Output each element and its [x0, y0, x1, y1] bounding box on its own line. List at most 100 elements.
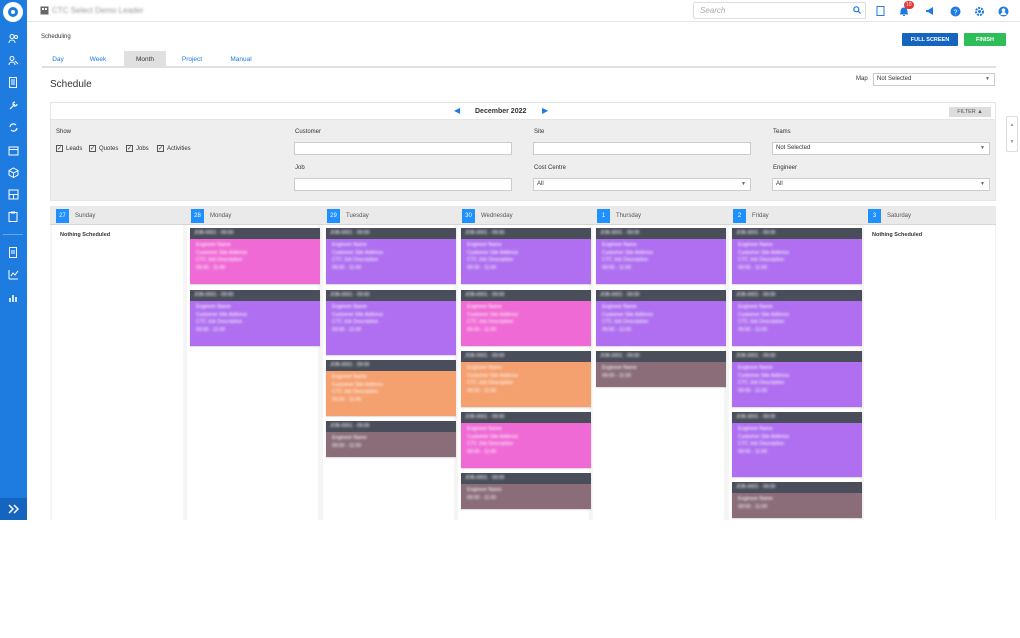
day-header: 3 Saturday: [868, 209, 911, 223]
notifications-icon[interactable]: 10: [897, 1, 914, 18]
card-line: Engineer Name: [738, 426, 773, 432]
users-icon[interactable]: [5, 53, 21, 67]
checkbox-checked-icon: ✓: [157, 145, 164, 152]
contacts-icon[interactable]: [5, 31, 21, 45]
show-jobs-checkbox[interactable]: ✓ Jobs: [126, 145, 149, 152]
tab-week[interactable]: Week: [80, 51, 116, 68]
search-input[interactable]: Search: [693, 2, 866, 19]
schedule-card[interactable]: JOB-0001 · 09:00 Engineer Name 09:00 - 11:…: [596, 351, 726, 387]
card-title: JOB-0001 · 09:00: [465, 230, 505, 236]
engineer-select[interactable]: All ▼: [772, 178, 990, 191]
schedule-card[interactable]: JOB-0001 · 09:00 Engineer Name Customer Si…: [732, 290, 862, 346]
month-label: December 2022: [475, 108, 527, 115]
job-field[interactable]: [294, 178, 512, 191]
search-icon[interactable]: [853, 6, 861, 16]
schedule-card[interactable]: JOB-0001 · 09:00 Engineer Name 09:00 - 11:…: [732, 482, 862, 518]
day-column[interactable]: [864, 225, 996, 520]
customer-label: Customer: [295, 129, 322, 135]
show-activities-checkbox[interactable]: ✓ Activities: [157, 145, 191, 152]
schedule-card[interactable]: JOB-0001 · 09:00 Engineer Name Customer Si…: [461, 290, 591, 346]
card-body: Engineer Name Customer Site Address CTC Jo…: [326, 371, 456, 416]
tab-project[interactable]: Project: [172, 51, 212, 68]
teams-select[interactable]: Not Selected ▼: [772, 142, 990, 155]
schedule-card[interactable]: JOB-0001 · 09:00 Engineer Name 09:00 - 11:…: [326, 421, 456, 457]
chevron-up-icon[interactable]: ▲: [1007, 117, 1017, 134]
box-icon[interactable]: [5, 165, 21, 179]
report-icon[interactable]: [5, 245, 21, 259]
card-line: Customer Site Address: [738, 311, 790, 318]
schedule-card[interactable]: JOB-0001 · 09:00 Engineer Name Customer Si…: [732, 351, 862, 407]
schedule-card[interactable]: JOB-0001 · 09:00 Engineer Name Customer Si…: [732, 228, 862, 284]
schedule-card[interactable]: JOB-0001 · 09:00 Engineer Name Customer Si…: [596, 290, 726, 346]
site-field[interactable]: [533, 142, 751, 155]
schedule-card[interactable]: JOB-0001 · 09:00 Engineer Name Customer Si…: [461, 228, 591, 284]
megaphone-icon[interactable]: [923, 4, 937, 18]
card-line: 09:00 - 11:00: [332, 264, 362, 271]
schedule-card[interactable]: JOB-0001 · 09:00 Engineer Name Customer Si…: [596, 228, 726, 284]
card-title: JOB-0001 · 09:00: [736, 292, 776, 298]
card-line: 09:00 - 11:00: [738, 264, 768, 271]
tab-day[interactable]: Day: [42, 51, 74, 68]
card-line: Customer Site Address: [467, 311, 519, 318]
day-column[interactable]: [52, 225, 184, 520]
schedule-card[interactable]: JOB-0001 · 09:00 Engineer Name Customer Si…: [461, 412, 591, 468]
card-line: Customer Site Address: [332, 381, 384, 388]
next-month-button[interactable]: ▶: [542, 106, 548, 115]
card-title: JOB-0001 · 09:00: [736, 414, 776, 420]
tab-month[interactable]: Month: [124, 51, 166, 68]
map-select[interactable]: Not Selected ▼: [873, 73, 995, 86]
view-tabs: Day Week Month Project Manual: [42, 51, 996, 68]
customer-field[interactable]: [294, 142, 512, 155]
refresh-icon[interactable]: [5, 120, 21, 134]
prev-month-button[interactable]: ◀: [454, 106, 460, 115]
card-line: Engineer Name: [602, 365, 637, 371]
day-number: 28: [191, 209, 204, 223]
schedule-card[interactable]: JOB-0001 · 09:00 Engineer Name Customer Si…: [326, 228, 456, 284]
calendar-icon[interactable]: [5, 143, 21, 157]
app-logo-icon[interactable]: [3, 2, 23, 22]
card-line: Engineer Name: [332, 242, 367, 248]
show-quotes-checkbox[interactable]: ✓ Quotes: [89, 145, 118, 152]
bar-chart-icon[interactable]: [5, 290, 21, 304]
user-avatar-icon[interactable]: [996, 4, 1010, 18]
card-line: Customer Site Address: [196, 311, 248, 318]
card-line: Customer Site Address: [602, 249, 654, 256]
tab-manual[interactable]: Manual: [220, 51, 262, 68]
schedule-card[interactable]: JOB-0001 · 09:00 Engineer Name Customer Si…: [461, 351, 591, 407]
checkbox-label: Activities: [167, 145, 191, 152]
side-scroll-control[interactable]: ▲ ▼: [1006, 116, 1018, 152]
bookmark-icon[interactable]: [873, 4, 887, 18]
help-icon[interactable]: ?: [948, 4, 962, 18]
chevron-down-icon[interactable]: ▼: [1007, 134, 1017, 151]
schedule-card[interactable]: JOB-0001 · 09:00 Engineer Name Customer Si…: [190, 228, 320, 284]
day-number: 27: [56, 209, 69, 223]
filter-toggle-button[interactable]: FILTER ▲: [949, 107, 991, 117]
inventory-icon[interactable]: [5, 187, 21, 201]
analytics-icon[interactable]: [5, 267, 21, 281]
checkbox-label: Leads: [66, 145, 83, 152]
document-icon[interactable]: [5, 75, 21, 89]
card-line: Engineer Name: [467, 304, 502, 310]
schedule-card[interactable]: JOB-0001 · 09:00 Engineer Name Customer Si…: [732, 412, 862, 477]
full-screen-button[interactable]: FULL SCREEN: [902, 33, 958, 46]
clipboard-icon[interactable]: [5, 209, 21, 223]
schedule-card[interactable]: JOB-0001 · 09:00 Engineer Name Customer Si…: [326, 290, 456, 355]
cost-centre-select[interactable]: All ▼: [533, 178, 751, 191]
expand-sidebar-button[interactable]: [0, 498, 27, 520]
nothing-scheduled-label: Nothing Scheduled: [872, 232, 923, 238]
schedule-card[interactable]: JOB-0001 · 09:00 Engineer Name 09:00 - 11:…: [461, 473, 591, 509]
card-line: CTC Job Description: [467, 319, 514, 325]
show-leads-checkbox[interactable]: ✓ Leads: [56, 145, 82, 152]
page-title: Schedule: [50, 79, 92, 90]
finish-button[interactable]: FINISH: [964, 33, 1006, 46]
card-line: 09:00 - 11:00: [738, 387, 768, 394]
schedule-card[interactable]: JOB-0001 · 09:00 Engineer Name Customer Si…: [326, 360, 456, 416]
schedule-card[interactable]: JOB-0001 · 09:00 Engineer Name Customer Si…: [190, 290, 320, 346]
double-chevron-right-icon: [7, 504, 19, 514]
search-placeholder: Search: [700, 6, 726, 15]
settings-gear-icon[interactable]: [972, 4, 986, 18]
card-line: 09:00 - 11:00: [738, 326, 768, 333]
card-line: Engineer Name: [196, 304, 231, 310]
chevron-down-icon: ▼: [980, 181, 985, 187]
wrench-icon[interactable]: [5, 98, 21, 112]
